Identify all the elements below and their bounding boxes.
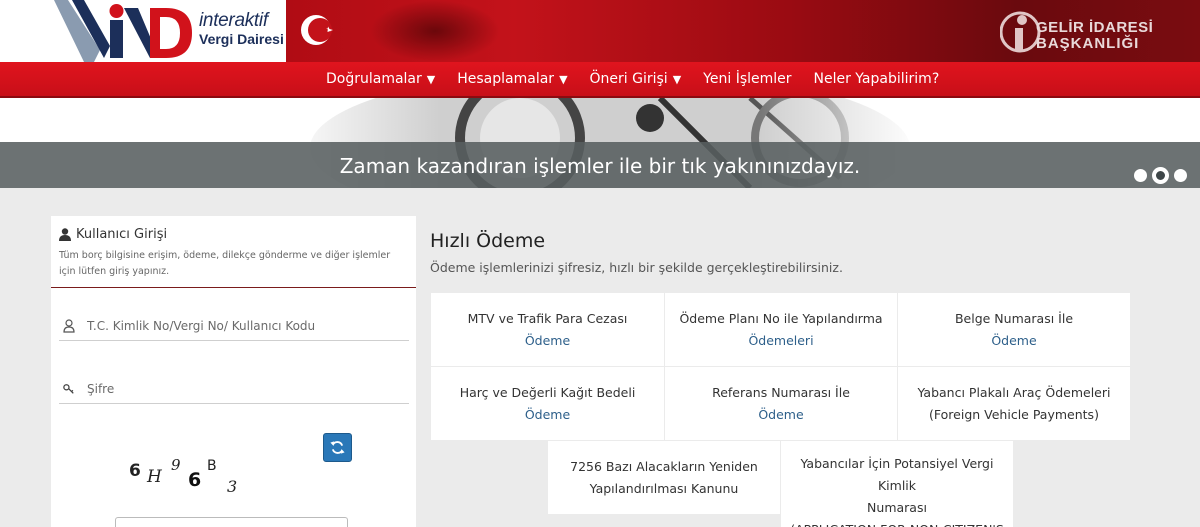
qp-cell-line2: Numarası <box>867 500 927 515</box>
login-panel: Kullanıcı Girişi Tüm borç bilgisine eriş… <box>51 216 416 527</box>
qp-cell-link: Ödeme <box>991 332 1037 348</box>
qp-cell-line1: Ödeme Planı No ile Yapılandırma <box>679 310 883 326</box>
captcha-char: H <box>146 467 163 487</box>
quick-payment-subtitle: Ödeme işlemlerinizi şifresiz, hızlı bir … <box>430 260 843 275</box>
logo-text: interaktif Vergi Dairesi <box>199 10 284 48</box>
qp-cell-line1: 7256 Bazı Alacakların Yeniden <box>570 458 758 474</box>
user-outline-icon <box>63 319 75 333</box>
login-title: Kullanıcı Girişi <box>59 227 167 242</box>
qp-cell-line1: Yabancılar İçin Potansiyel Vergi Kimlik <box>800 456 994 493</box>
user-icon <box>59 228 71 241</box>
captcha-image: 6 H 9 6 B 3 <box>129 456 237 496</box>
captcha-char: 6 <box>129 461 141 481</box>
password-input[interactable] <box>87 378 397 400</box>
slider-dot-3[interactable] <box>1174 169 1187 182</box>
captcha-char: 6 <box>188 469 201 491</box>
qp-cell-line2: Yapılandırılması Kanunu <box>589 480 739 496</box>
qp-cell-line3: (APPLICATION FOR NON-CITIZEN'S <box>790 519 1004 527</box>
nav-item-yeni-islemler[interactable]: Yeni İşlemler <box>703 71 791 87</box>
qp-cell-link: Ödeme <box>758 406 804 422</box>
qp-cell-potansiyel-vkn[interactable]: Yabancılar İçin Potansiyel Vergi Kimlik … <box>781 441 1013 527</box>
ivd-logo-icon <box>54 0 192 62</box>
login-title-text: Kullanıcı Girişi <box>76 227 168 242</box>
qp-cell-line2: (Foreign Vehicle Payments) <box>929 406 1099 422</box>
caret-down-icon: ▼ <box>426 73 436 86</box>
login-description: Tüm borç bilgisine erişim, ödeme, dilekç… <box>59 250 391 277</box>
captcha-char: 3 <box>227 477 237 496</box>
qp-cell-mtv[interactable]: MTV ve Trafik Para Cezası Ödeme <box>431 293 664 366</box>
captcha-refresh-button[interactable] <box>323 433 352 462</box>
nav-item-hesaplamalar[interactable]: Hesaplamalar ▼ <box>457 71 567 87</box>
hero-caption: Zaman kazandıran işlemler ile bir tık ya… <box>339 154 861 178</box>
captcha-char: 9 <box>171 456 181 474</box>
ivd-logo[interactable]: interaktif Vergi Dairesi <box>54 0 286 62</box>
turkish-flag-icon <box>301 15 333 45</box>
key-icon <box>63 384 74 394</box>
qp-cell-line1: Referans Numarası İle <box>712 384 850 400</box>
qp-cell-link: Ödemeleri <box>748 332 814 348</box>
hero-slider: Zaman kazandıran işlemler ile bir tık ya… <box>0 98 1200 188</box>
banner-portrait-shade <box>370 0 500 62</box>
nav-item-label: Neler Yapabilirim? <box>813 71 940 87</box>
password-field <box>59 376 409 404</box>
main-nav: Doğrulamalar ▼ Hesaplamalar ▼ Öneri Girişi… <box>0 62 1200 98</box>
caret-down-icon: ▼ <box>672 73 682 86</box>
nav-item-dogrulamalar[interactable]: Doğrulamalar ▼ <box>326 71 435 87</box>
qp-cell-odeme-plani[interactable]: Ödeme Planı No ile Yapılandırma Ödemeler… <box>665 293 897 366</box>
qp-cell-link: Ödeme <box>524 332 571 348</box>
qp-cell-belge-numarasi[interactable]: Belge Numarası İle Ödeme <box>898 293 1130 366</box>
nav-item-label: Öneri Girişi <box>589 71 668 87</box>
qp-cell-referans[interactable]: Referans Numarası İle Ödeme <box>665 367 897 440</box>
qp-cell-harc[interactable]: Harç ve Değerli Kağıt Bedeli Ödeme <box>431 367 664 440</box>
nav-item-label: Doğrulamalar <box>326 71 422 87</box>
gib-line2: BAŞKANLIĞI <box>1036 35 1140 52</box>
qp-cell-yabanci-plakali[interactable]: Yabancı Plakalı Araç Ödemeleri (Foreign … <box>898 367 1130 440</box>
slider-dot-1[interactable] <box>1134 169 1147 182</box>
nav-item-neler-yapabilirim[interactable]: Neler Yapabilirim? <box>814 71 940 87</box>
qp-cell-line1: Harç ve Değerli Kağıt Bedeli <box>459 384 636 400</box>
username-field <box>59 313 409 341</box>
gib-logo-text: GELİR İDARESİ BAŞKANLIĞI <box>1036 20 1153 52</box>
slider-dots <box>1134 169 1194 182</box>
qp-cell-line1: Belge Numarası İle <box>954 310 1074 326</box>
nav-item-label: Hesaplamalar <box>457 71 555 87</box>
captcha-input[interactable] <box>115 517 348 527</box>
slider-dot-2[interactable] <box>1154 169 1167 182</box>
qp-cell-7256[interactable]: 7256 Bazı Alacakların Yeniden Yapılandır… <box>548 441 780 514</box>
nav-item-label: Yeni İşlemler <box>703 71 792 87</box>
quick-payment-title: Hızlı Ödeme <box>430 230 546 252</box>
qp-cell-line1: Yabancı Plakalı Araç Ödemeleri <box>917 384 1111 400</box>
logo-text-line2: Vergi Dairesi <box>199 31 284 47</box>
gib-line1: GELİR İDARESİ <box>1036 19 1154 36</box>
login-header: Kullanıcı Girişi Tüm borç bilgisine eriş… <box>51 216 416 288</box>
nav-item-oneri-girisi[interactable]: Öneri Girişi ▼ <box>590 71 682 87</box>
refresh-icon <box>330 441 345 454</box>
header: interaktif Vergi Dairesi GELİR İDARESİ B… <box>0 0 1200 62</box>
qp-cell-line1: MTV ve Trafik Para Cezası <box>467 310 628 326</box>
caret-down-icon: ▼ <box>559 73 568 86</box>
qp-cell-link: Ödeme <box>524 406 571 422</box>
username-input[interactable] <box>87 315 397 337</box>
captcha-char: B <box>207 458 217 474</box>
logo-text-line1: interaktif <box>199 10 268 31</box>
